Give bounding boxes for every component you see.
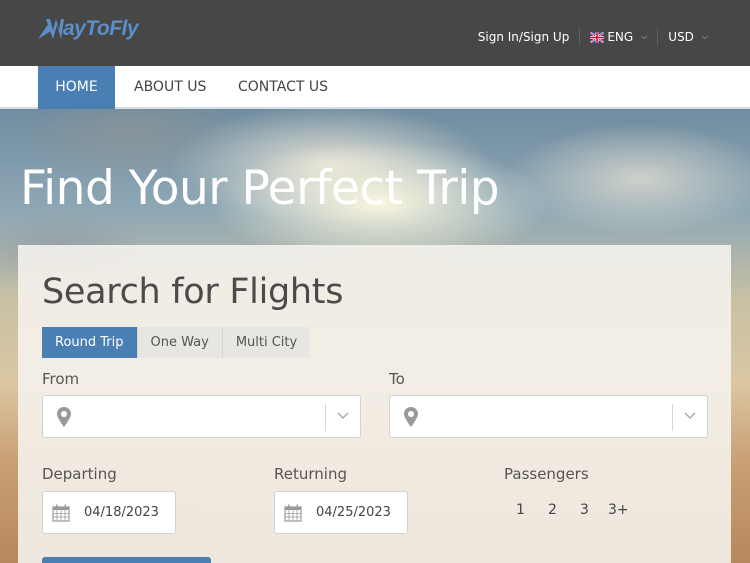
separator — [657, 28, 659, 46]
departing-date-input[interactable]: 04/18/2023 — [42, 491, 176, 534]
from-select[interactable] — [42, 395, 361, 438]
nav-contact-us[interactable]: CONTACT US — [238, 66, 328, 109]
currency-label: USD — [668, 30, 694, 44]
divider — [325, 404, 326, 431]
top-bar: ayToFly Sign In/Sign Up ENG ⌵ USD ⌵ — [0, 0, 750, 66]
uk-flag-icon — [590, 31, 605, 43]
to-select[interactable] — [389, 395, 708, 438]
search-title: Search for Flights — [42, 272, 344, 312]
tab-round-trip[interactable]: Round Trip — [42, 327, 138, 358]
tab-multi-city[interactable]: Multi City — [223, 327, 310, 358]
trip-type-tabs: Round Trip One Way Multi City — [42, 327, 311, 358]
departing-label: Departing — [42, 465, 117, 483]
language-selector[interactable]: ENG ⌵ — [590, 30, 647, 44]
calendar-icon — [284, 504, 302, 522]
departing-date-value: 04/18/2023 — [84, 505, 159, 520]
tab-one-way[interactable]: One Way — [138, 327, 223, 358]
returning-date-input[interactable]: 04/25/2023 — [274, 491, 408, 534]
chevron-down-icon: ⌵ — [641, 32, 648, 41]
passenger-option-1[interactable]: 1 — [516, 502, 525, 518]
hero-title: Find Your Perfect Trip — [20, 161, 500, 216]
search-flights-button[interactable] — [42, 557, 211, 563]
chevron-down-icon — [684, 412, 696, 420]
separator — [579, 28, 581, 46]
location-pin-icon — [57, 407, 71, 427]
flight-search-panel: Search for Flights Round Trip One Way Mu… — [18, 245, 731, 563]
to-label: To — [389, 370, 405, 388]
location-pin-icon — [404, 407, 418, 427]
top-right-links: Sign In/Sign Up ENG ⌵ USD ⌵ — [478, 27, 708, 47]
signin-link[interactable]: Sign In/Sign Up — [478, 30, 570, 44]
calendar-icon — [52, 504, 70, 522]
logo-plane-icon — [38, 19, 64, 39]
passengers-label: Passengers — [504, 465, 589, 483]
returning-date-value: 04/25/2023 — [316, 505, 391, 520]
from-label: From — [42, 370, 80, 388]
language-label: ENG — [607, 30, 634, 44]
nav-home[interactable]: HOME — [38, 66, 115, 109]
chevron-down-icon: ⌵ — [701, 32, 708, 41]
site-logo[interactable]: ayToFly — [37, 15, 139, 43]
returning-label: Returning — [274, 465, 347, 483]
passenger-option-2[interactable]: 2 — [548, 502, 557, 518]
passenger-option-3-plus[interactable]: 3+ — [608, 502, 629, 518]
chevron-down-icon — [337, 412, 349, 420]
nav-about-us[interactable]: ABOUT US — [134, 66, 206, 109]
currency-selector[interactable]: USD ⌵ — [668, 30, 708, 44]
main-nav: HOME ABOUT US CONTACT US — [0, 66, 750, 109]
divider — [672, 404, 673, 431]
passenger-option-3[interactable]: 3 — [580, 502, 589, 518]
logo-text: ayToFly — [63, 17, 139, 40]
